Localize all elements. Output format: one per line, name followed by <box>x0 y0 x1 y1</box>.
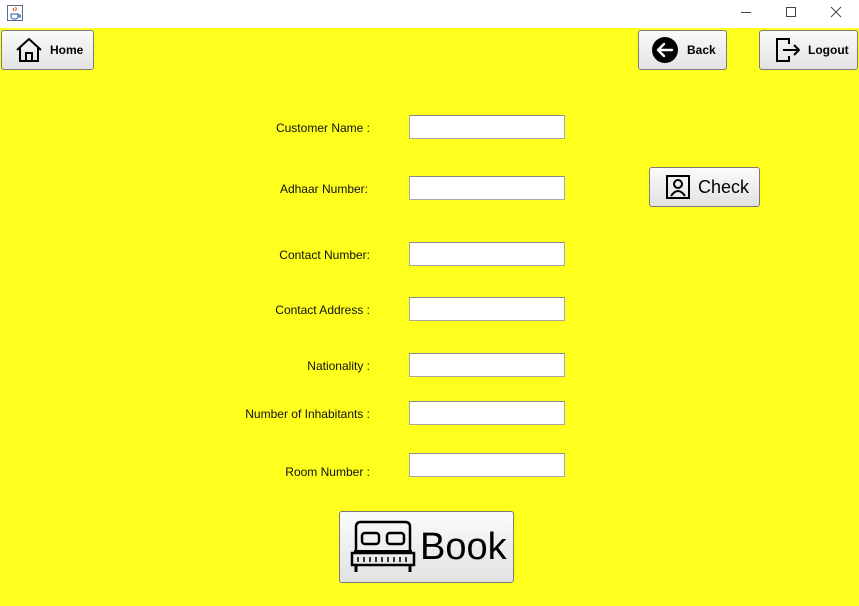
nationality-field[interactable] <box>409 353 565 377</box>
contact-number-label: Contact Number: <box>279 248 370 262</box>
logout-button[interactable]: Logout <box>759 30 858 70</box>
home-button[interactable]: Home <box>1 30 94 70</box>
book-button[interactable]: Book <box>339 511 514 583</box>
user-badge-icon <box>665 174 691 200</box>
customer-name-field[interactable] <box>409 115 565 139</box>
java-cup-icon <box>7 5 23 21</box>
room-number-field[interactable] <box>409 453 565 477</box>
contact-address-label: Contact Address : <box>275 303 370 317</box>
check-button[interactable]: Check <box>649 167 760 207</box>
bed-icon <box>350 519 416 575</box>
logout-icon <box>774 36 802 64</box>
arrow-left-icon <box>651 36 679 64</box>
back-button[interactable]: Back <box>638 30 727 70</box>
home-label: Home <box>50 43 84 57</box>
book-label: Book <box>420 525 507 568</box>
booking-panel: Home Back Logout Customer Name : Adhaar … <box>0 28 859 606</box>
close-button[interactable] <box>813 0 859 28</box>
maximize-icon <box>785 5 797 23</box>
minimize-icon <box>740 5 752 23</box>
inhabitants-field[interactable] <box>409 401 565 425</box>
contact-address-field[interactable] <box>409 297 565 321</box>
customer-name-label: Customer Name : <box>275 121 370 135</box>
title-bar <box>0 0 859 28</box>
home-icon <box>14 36 44 64</box>
room-number-label: Room Number : <box>285 465 370 479</box>
close-icon <box>830 5 842 23</box>
contact-number-field[interactable] <box>409 242 565 266</box>
back-label: Back <box>687 43 716 57</box>
adhaar-number-field[interactable] <box>409 176 565 200</box>
minimize-button[interactable] <box>723 0 769 28</box>
adhaar-number-label: Adhaar Number: <box>279 182 368 196</box>
logout-label: Logout <box>808 43 849 57</box>
check-label: Check <box>698 176 750 197</box>
nationality-label: Nationality : <box>307 359 370 373</box>
inhabitants-label: Number of Inhabitants : <box>245 407 370 421</box>
maximize-button[interactable] <box>768 0 814 28</box>
